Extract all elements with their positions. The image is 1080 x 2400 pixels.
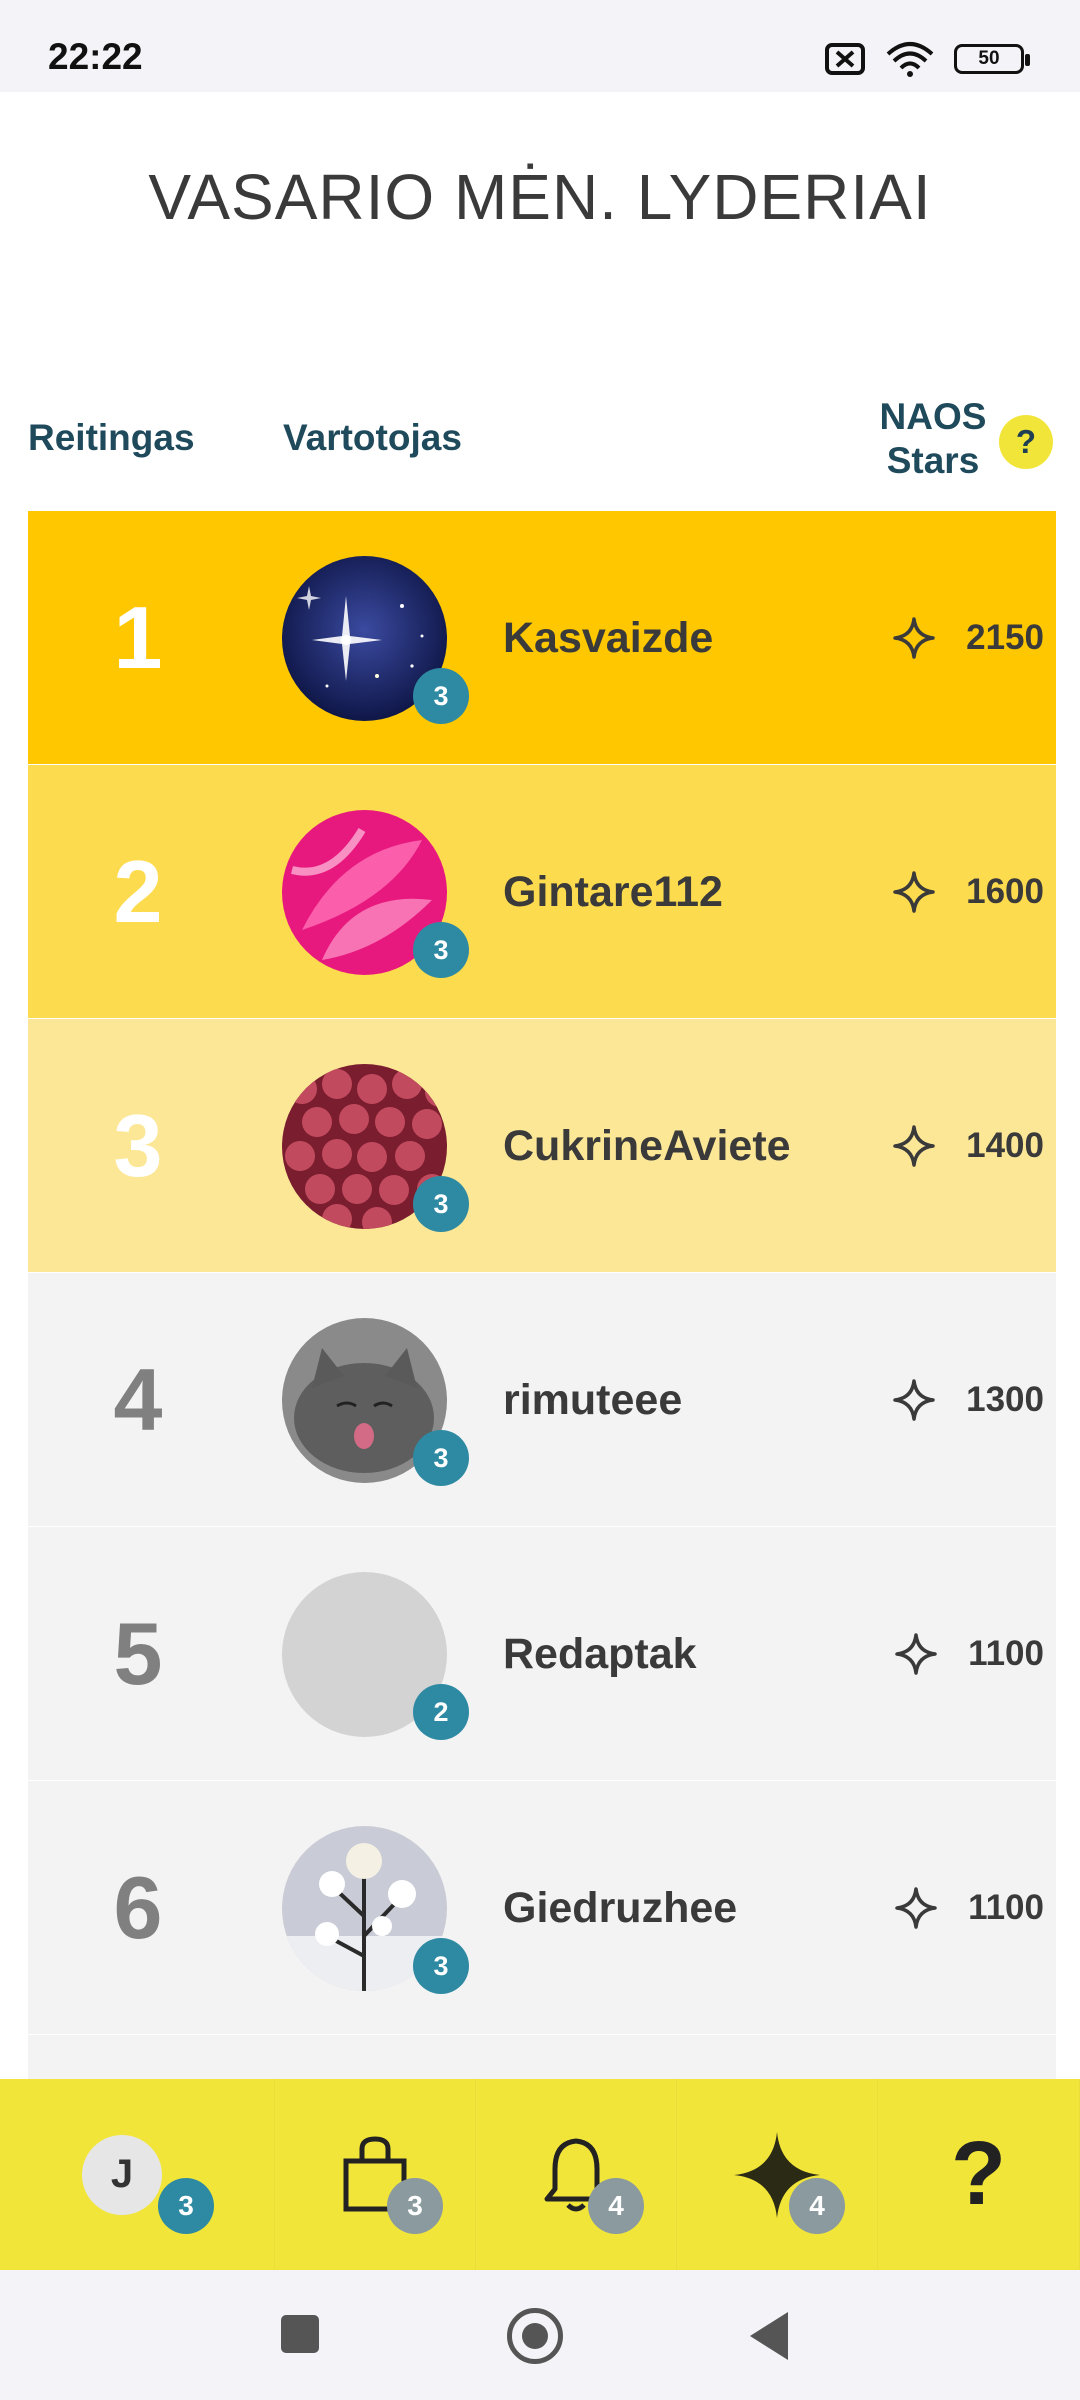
level-badge: 3 [413, 1938, 469, 1994]
level-badge: 3 [413, 1176, 469, 1232]
stars-score: 1300 [892, 1273, 1044, 1527]
rank-number: 1 [113, 588, 163, 687]
level-badge: 3 [413, 668, 469, 724]
leaderboard-row[interactable]: 6 3 Giedruzhee 1100 [28, 1781, 1056, 2035]
profile-avatar[interactable]: J [82, 2134, 162, 2215]
home-button[interactable] [507, 2308, 563, 2364]
username[interactable]: Kasvaizde [503, 511, 713, 765]
stars-score: 2150 [892, 511, 1044, 765]
stars-value: 1400 [966, 1126, 1044, 1165]
nav-stars[interactable]: 4 [677, 2079, 878, 2270]
rank-number: 5 [113, 1604, 163, 1703]
stars-score: 1400 [892, 1019, 1044, 1273]
leaderboard-row[interactable] [28, 2035, 1056, 2079]
level-badge: 3 [413, 922, 469, 978]
nav-profile[interactable]: J 3 [0, 2079, 275, 2270]
level-badge: 3 [413, 1430, 469, 1486]
user-column-header: Vartotojas [283, 417, 462, 458]
sparkle-star-icon [893, 617, 935, 659]
battery-icon: 50 [954, 44, 1030, 74]
leaderboard-row[interactable]: 1 3 Kasvaizde 2150 [28, 511, 1056, 765]
stars-value: 1300 [966, 1380, 1044, 1419]
stars-value: 2150 [966, 618, 1044, 657]
stars-help-button[interactable]: ? [999, 415, 1053, 469]
shop-badge: 3 [387, 2178, 443, 2234]
profile-level-badge: 3 [158, 2178, 214, 2234]
rank-number: 6 [113, 1858, 163, 1957]
sparkle-star-icon [893, 871, 935, 913]
rank-column-header: Reitingas [28, 417, 195, 458]
username[interactable]: Giedruzhee [503, 1781, 737, 2035]
sim-off-icon [825, 43, 865, 75]
nav-shop[interactable]: 3 [275, 2079, 476, 2270]
back-button[interactable] [750, 2312, 788, 2360]
bottom-navigation: J 3 3 4 4 ? [0, 2079, 1080, 2270]
rank-number: 4 [113, 1350, 163, 1449]
battery-level: 50 [978, 48, 1000, 69]
stars-value: 1600 [966, 872, 1044, 911]
username[interactable]: rimuteee [503, 1273, 682, 1527]
notifications-badge: 4 [588, 2178, 644, 2234]
stars-score: 1600 [892, 765, 1044, 1019]
sparkle-star-icon [893, 1379, 935, 1421]
leaderboard-row[interactable]: 5 2 Redaptak 1100 [28, 1527, 1056, 1781]
leaderboard-row[interactable]: 2 3 Gintare112 1600 [28, 765, 1056, 1019]
system-navigation-bar [0, 2270, 1080, 2400]
sparkle-star-icon [893, 1125, 935, 1167]
stars-column-header: NAOS Stars [879, 396, 987, 481]
system-icons: 50 [824, 40, 1030, 78]
rank-number: 3 [113, 1096, 163, 1195]
stars-badge: 4 [789, 2178, 845, 2234]
username[interactable]: Redaptak [503, 1527, 697, 1781]
stars-score: 1100 [894, 1781, 1044, 2035]
username[interactable]: CukrineAviete [503, 1019, 791, 1273]
sparkle-star-icon [895, 1633, 937, 1675]
status-bar: 22:22 50 [0, 0, 1080, 92]
status-time: 22:22 [48, 36, 143, 77]
sparkle-star-icon [895, 1887, 937, 1929]
stars-value: 1100 [968, 1634, 1044, 1673]
recent-apps-button[interactable] [281, 2315, 319, 2353]
username[interactable]: Gintare112 [503, 765, 723, 1019]
nav-help[interactable]: ? [878, 2079, 1080, 2270]
rank-number: 2 [113, 842, 163, 941]
leaderboard-list[interactable]: 1 3 Kasvaizde 2150 2 3 Gintare112 1600 3… [28, 511, 1056, 2079]
level-badge: 2 [413, 1684, 469, 1740]
nav-notifications[interactable]: 4 [476, 2079, 677, 2270]
page-title: VASARIO MĖN. LYDERIAI [148, 161, 932, 233]
stars-score: 1100 [894, 1527, 1044, 1781]
leaderboard-row[interactable]: 4 3 rimuteee 1300 [28, 1273, 1056, 1527]
leaderboard-row[interactable]: 3 3 CukrineAviete 1400 [28, 1019, 1056, 1273]
help-icon: ? [951, 2124, 1006, 2224]
wifi-icon [886, 42, 934, 77]
leaderboard-header: Reitingas Vartotojas NAOS Stars ? [28, 395, 1056, 495]
stars-value: 1100 [968, 1888, 1044, 1927]
